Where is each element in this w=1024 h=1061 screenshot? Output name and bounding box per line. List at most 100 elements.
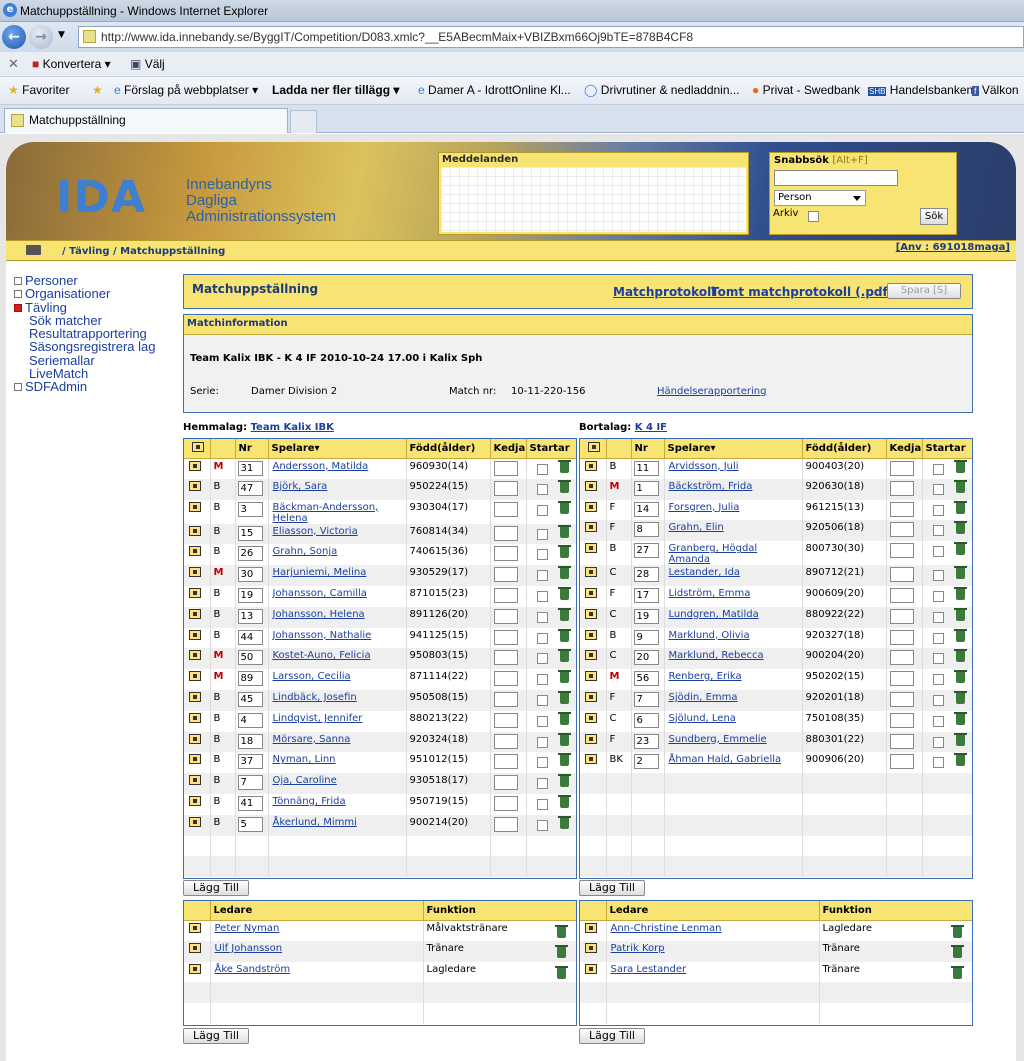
- line-input[interactable]: [493, 480, 518, 496]
- line-input[interactable]: [493, 587, 518, 603]
- starter-checkbox[interactable]: [932, 525, 944, 537]
- player-name-link[interactable]: Björk, Sara: [273, 481, 328, 492]
- trash-icon[interactable]: [953, 670, 967, 684]
- move-player-icon[interactable]: [189, 608, 201, 619]
- player-name-link[interactable]: Johansson, Helena: [273, 609, 365, 620]
- trash-icon[interactable]: [953, 732, 967, 746]
- move-player-icon[interactable]: [585, 501, 597, 512]
- nav-sasongsregistrera[interactable]: Säsongsregistrera lag: [14, 340, 155, 354]
- player-name-link[interactable]: Forsgren, Julia: [669, 502, 740, 513]
- move-player-icon[interactable]: [189, 629, 201, 640]
- player-name-link[interactable]: Oja, Caroline: [273, 775, 337, 786]
- starter-checkbox[interactable]: [536, 736, 548, 748]
- player-name-link[interactable]: Harjuniemi, Melina: [273, 567, 367, 578]
- archive-checkbox[interactable]: [808, 211, 819, 222]
- col-player[interactable]: Spelare▾: [664, 439, 803, 459]
- events-link[interactable]: Händelserapportering: [657, 386, 766, 397]
- trash-icon[interactable]: [557, 732, 571, 746]
- starter-checkbox[interactable]: [932, 715, 944, 727]
- fav-handelsbanken[interactable]: SHB Handelsbanken: [868, 83, 973, 97]
- match-protocol-link[interactable]: Matchprotokoll: [613, 285, 715, 299]
- player-name-link[interactable]: Sjölund, Lena: [669, 713, 736, 724]
- player-nr-input[interactable]: 26: [237, 546, 263, 562]
- player-nr-input[interactable]: 17: [633, 587, 659, 603]
- starter-checkbox[interactable]: [932, 590, 944, 602]
- line-input[interactable]: [493, 629, 518, 645]
- move-player-icon[interactable]: [585, 480, 597, 491]
- player-nr-input[interactable]: 7: [633, 691, 659, 707]
- starter-checkbox[interactable]: [932, 736, 944, 748]
- player-name-link[interactable]: Kostet-Auno, Felicia: [273, 650, 371, 661]
- trash-icon[interactable]: [557, 628, 571, 642]
- fav-addons[interactable]: Ladda ner fler tillägg ▾: [272, 83, 399, 97]
- player-nr-input[interactable]: 13: [237, 608, 263, 624]
- player-nr-input[interactable]: 20: [633, 650, 659, 666]
- player-name-link[interactable]: Åkerlund, Mimmi: [273, 817, 357, 828]
- player-nr-input[interactable]: 31: [237, 460, 263, 476]
- line-input[interactable]: [493, 650, 518, 666]
- trash-icon[interactable]: [554, 965, 568, 979]
- move-player-icon[interactable]: [189, 525, 201, 536]
- player-name-link[interactable]: Grahn, Sonja: [273, 546, 338, 557]
- line-input[interactable]: [493, 733, 518, 749]
- line-input[interactable]: [889, 691, 914, 707]
- player-name-link[interactable]: Tönnäng, Frida: [273, 796, 346, 807]
- trash-icon[interactable]: [953, 628, 967, 642]
- line-input[interactable]: [493, 525, 518, 541]
- player-nr-input[interactable]: 30: [237, 567, 263, 583]
- nav-seriemallar[interactable]: Seriemallar: [14, 353, 155, 367]
- trash-icon[interactable]: [953, 566, 967, 580]
- nav-tavling[interactable]: Tävling: [14, 300, 155, 314]
- line-input[interactable]: [889, 501, 914, 517]
- trash-icon[interactable]: [554, 924, 568, 938]
- line-input[interactable]: [493, 567, 518, 583]
- move-leader-icon[interactable]: [585, 922, 597, 933]
- starter-checkbox[interactable]: [536, 757, 548, 769]
- starter-checkbox[interactable]: [536, 590, 548, 602]
- player-nr-input[interactable]: 7: [237, 775, 263, 791]
- player-name-link[interactable]: Larsson, Cecilia: [273, 671, 351, 682]
- trash-icon[interactable]: [953, 586, 967, 600]
- leader-name-link[interactable]: Åke Sandström: [215, 964, 291, 975]
- nav-resultatrapportering[interactable]: Resultatrapportering: [14, 327, 155, 341]
- move-player-icon[interactable]: [585, 543, 597, 554]
- starter-checkbox[interactable]: [536, 528, 548, 540]
- starter-checkbox[interactable]: [536, 715, 548, 727]
- move-player-icon[interactable]: [189, 691, 201, 702]
- move-player-icon[interactable]: [585, 754, 597, 765]
- player-name-link[interactable]: Bäckman-Andersson, Helena: [273, 502, 379, 524]
- player-nr-input[interactable]: 41: [237, 795, 263, 811]
- player-nr-input[interactable]: 6: [633, 712, 659, 728]
- player-name-link[interactable]: Granberg, Högdal Amanda: [669, 543, 758, 565]
- trash-icon[interactable]: [953, 690, 967, 704]
- col-player[interactable]: Spelare▾: [268, 439, 407, 459]
- search-type-select[interactable]: Person: [774, 190, 866, 206]
- nav-organisationer[interactable]: Organisationer: [14, 287, 155, 300]
- tab-matchuppstallning[interactable]: Matchuppställning: [4, 108, 288, 133]
- player-nr-input[interactable]: 50: [237, 650, 263, 666]
- line-input[interactable]: [493, 671, 518, 687]
- move-player-icon[interactable]: [189, 775, 201, 786]
- line-input[interactable]: [493, 501, 518, 517]
- starter-checkbox[interactable]: [932, 463, 944, 475]
- trash-icon[interactable]: [557, 690, 571, 704]
- line-input[interactable]: [493, 460, 518, 476]
- player-nr-input[interactable]: 11: [633, 460, 659, 476]
- line-input[interactable]: [889, 460, 914, 476]
- line-input[interactable]: [889, 733, 914, 749]
- starter-checkbox[interactable]: [932, 504, 944, 516]
- player-name-link[interactable]: Arvidsson, Juli: [669, 461, 739, 472]
- starter-checkbox[interactable]: [932, 757, 944, 769]
- starter-checkbox[interactable]: [536, 674, 548, 686]
- line-input[interactable]: [889, 608, 914, 624]
- move-player-icon[interactable]: [189, 501, 201, 512]
- starter-checkbox[interactable]: [932, 611, 944, 623]
- trash-icon[interactable]: [557, 524, 571, 538]
- move-player-icon[interactable]: [189, 754, 201, 765]
- forward-icon[interactable]: →: [29, 25, 53, 49]
- player-nr-input[interactable]: 4: [237, 712, 263, 728]
- trash-icon[interactable]: [953, 459, 967, 473]
- player-name-link[interactable]: Lidström, Emma: [669, 588, 751, 599]
- back-icon[interactable]: ←: [2, 25, 26, 49]
- line-input[interactable]: [889, 480, 914, 496]
